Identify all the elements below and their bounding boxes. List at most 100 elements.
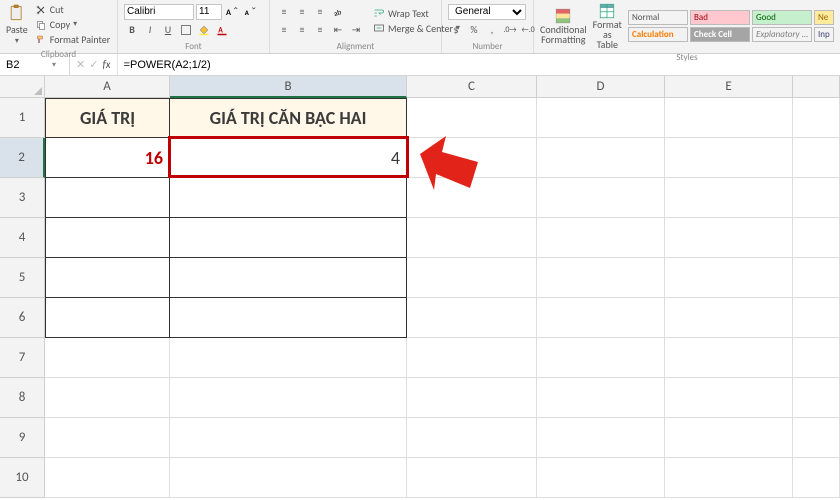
row-header-5[interactable]: 5 bbox=[0, 258, 45, 298]
cell-E2[interactable] bbox=[665, 138, 793, 178]
cell-F6[interactable] bbox=[793, 298, 840, 338]
row-header-3[interactable]: 3 bbox=[0, 178, 45, 218]
cell-E3[interactable] bbox=[665, 178, 793, 218]
cell-A8[interactable] bbox=[45, 378, 170, 418]
style-neutral[interactable]: Ne bbox=[814, 10, 834, 25]
cell-D9[interactable] bbox=[537, 418, 665, 458]
cell-F4[interactable] bbox=[793, 218, 840, 258]
cell-D10[interactable] bbox=[537, 458, 665, 498]
cell-A6[interactable] bbox=[45, 298, 170, 338]
italic-button[interactable]: I bbox=[142, 22, 158, 38]
cell-C9[interactable] bbox=[407, 418, 537, 458]
cell-C6[interactable] bbox=[407, 298, 537, 338]
cell-E5[interactable] bbox=[665, 258, 793, 298]
increase-decimal-button[interactable]: .0→ bbox=[502, 22, 518, 38]
cell-C8[interactable] bbox=[407, 378, 537, 418]
font-name-combo[interactable] bbox=[124, 4, 194, 20]
cell-F8[interactable] bbox=[793, 378, 840, 418]
orientation-button[interactable]: ab bbox=[330, 4, 346, 20]
copy-button[interactable]: Copy▾ bbox=[32, 17, 113, 32]
align-top-button[interactable]: ≡ bbox=[276, 4, 292, 20]
bold-button[interactable]: B bbox=[124, 22, 140, 38]
row-header-2[interactable]: 2 bbox=[0, 138, 45, 178]
row-header-1[interactable]: 1 bbox=[0, 98, 45, 138]
align-left-button[interactable]: ≡ bbox=[276, 22, 292, 38]
cell-C3[interactable] bbox=[407, 178, 537, 218]
cell-D6[interactable] bbox=[537, 298, 665, 338]
style-input[interactable]: Inp bbox=[814, 27, 834, 42]
cell-E10[interactable] bbox=[665, 458, 793, 498]
cell-F2[interactable] bbox=[793, 138, 840, 178]
cell-D4[interactable] bbox=[537, 218, 665, 258]
percent-button[interactable]: % bbox=[466, 22, 482, 38]
cell-A3[interactable] bbox=[45, 178, 170, 218]
font-color-button[interactable]: A bbox=[214, 22, 230, 38]
cell-A2[interactable]: 16 bbox=[45, 138, 170, 178]
chevron-down-icon[interactable]: ▾ bbox=[52, 60, 56, 70]
border-button[interactable] bbox=[178, 22, 194, 38]
align-center-button[interactable]: ≡ bbox=[294, 22, 310, 38]
cell-D2[interactable] bbox=[537, 138, 665, 178]
format-painter-button[interactable]: Format Painter bbox=[32, 32, 113, 47]
row-header-8[interactable]: 8 bbox=[0, 378, 45, 418]
cell-E7[interactable] bbox=[665, 338, 793, 378]
cell-F7[interactable] bbox=[793, 338, 840, 378]
accounting-button[interactable]: $ bbox=[448, 22, 464, 38]
row-header-7[interactable]: 7 bbox=[0, 338, 45, 378]
cell-E8[interactable] bbox=[665, 378, 793, 418]
align-right-button[interactable]: ≡ bbox=[312, 22, 328, 38]
cell-D3[interactable] bbox=[537, 178, 665, 218]
cell-C2[interactable] bbox=[407, 138, 537, 178]
cell-F3[interactable] bbox=[793, 178, 840, 218]
cell-B6[interactable] bbox=[170, 298, 407, 338]
decrease-indent-button[interactable]: ⇤ bbox=[330, 22, 346, 38]
select-all-corner[interactable] bbox=[0, 76, 45, 98]
cell-A4[interactable] bbox=[45, 218, 170, 258]
row-header-10[interactable]: 10 bbox=[0, 458, 45, 498]
cell-D8[interactable] bbox=[537, 378, 665, 418]
align-middle-button[interactable]: ≡ bbox=[294, 4, 310, 20]
font-size-combo[interactable] bbox=[196, 4, 222, 20]
underline-button[interactable]: U bbox=[160, 22, 176, 38]
cell-F10[interactable] bbox=[793, 458, 840, 498]
style-bad[interactable]: Bad bbox=[690, 10, 750, 25]
col-header-C[interactable]: C bbox=[407, 76, 537, 98]
cell-D7[interactable] bbox=[537, 338, 665, 378]
cell-B5[interactable] bbox=[170, 258, 407, 298]
cell-F5[interactable] bbox=[793, 258, 840, 298]
cell-A1[interactable]: GIÁ TRỊ bbox=[45, 98, 170, 138]
cell-C10[interactable] bbox=[407, 458, 537, 498]
cell-D1[interactable] bbox=[537, 98, 665, 138]
number-format-combo[interactable]: General bbox=[448, 4, 526, 20]
cell-E1[interactable] bbox=[665, 98, 793, 138]
format-as-table-button[interactable]: Format as Table bbox=[593, 2, 622, 50]
cell-B4[interactable] bbox=[170, 218, 407, 258]
cell-B2[interactable]: 4 bbox=[170, 138, 407, 178]
decrease-font-button[interactable]: A bbox=[242, 4, 258, 20]
cell-C1[interactable] bbox=[407, 98, 537, 138]
increase-indent-button[interactable]: ⇥ bbox=[348, 22, 364, 38]
fill-color-button[interactable] bbox=[196, 22, 212, 38]
increase-font-button[interactable]: A bbox=[224, 4, 240, 20]
cell-B1[interactable]: GIÁ TRỊ CĂN BẬC HAI bbox=[170, 98, 407, 138]
conditional-formatting-button[interactable]: Conditional Formatting bbox=[540, 7, 587, 45]
cell-A5[interactable] bbox=[45, 258, 170, 298]
row-header-4[interactable]: 4 bbox=[0, 218, 45, 258]
cell-F9[interactable] bbox=[793, 418, 840, 458]
cell-A9[interactable] bbox=[45, 418, 170, 458]
style-good[interactable]: Good bbox=[752, 10, 812, 25]
cell-A7[interactable] bbox=[45, 338, 170, 378]
cut-button[interactable]: Cut bbox=[32, 2, 113, 17]
cell-E4[interactable] bbox=[665, 218, 793, 258]
cell-A10[interactable] bbox=[45, 458, 170, 498]
cell-B3[interactable] bbox=[170, 178, 407, 218]
cell-B7[interactable] bbox=[170, 338, 407, 378]
col-header-E[interactable]: E bbox=[665, 76, 793, 98]
cell-C4[interactable] bbox=[407, 218, 537, 258]
style-normal[interactable]: Normal bbox=[628, 10, 688, 25]
comma-button[interactable]: , bbox=[484, 22, 500, 38]
col-header-B[interactable]: B bbox=[170, 76, 407, 98]
style-explanatory[interactable]: Explanatory ... bbox=[752, 27, 812, 42]
cell-B10[interactable] bbox=[170, 458, 407, 498]
col-header-D[interactable]: D bbox=[537, 76, 665, 98]
